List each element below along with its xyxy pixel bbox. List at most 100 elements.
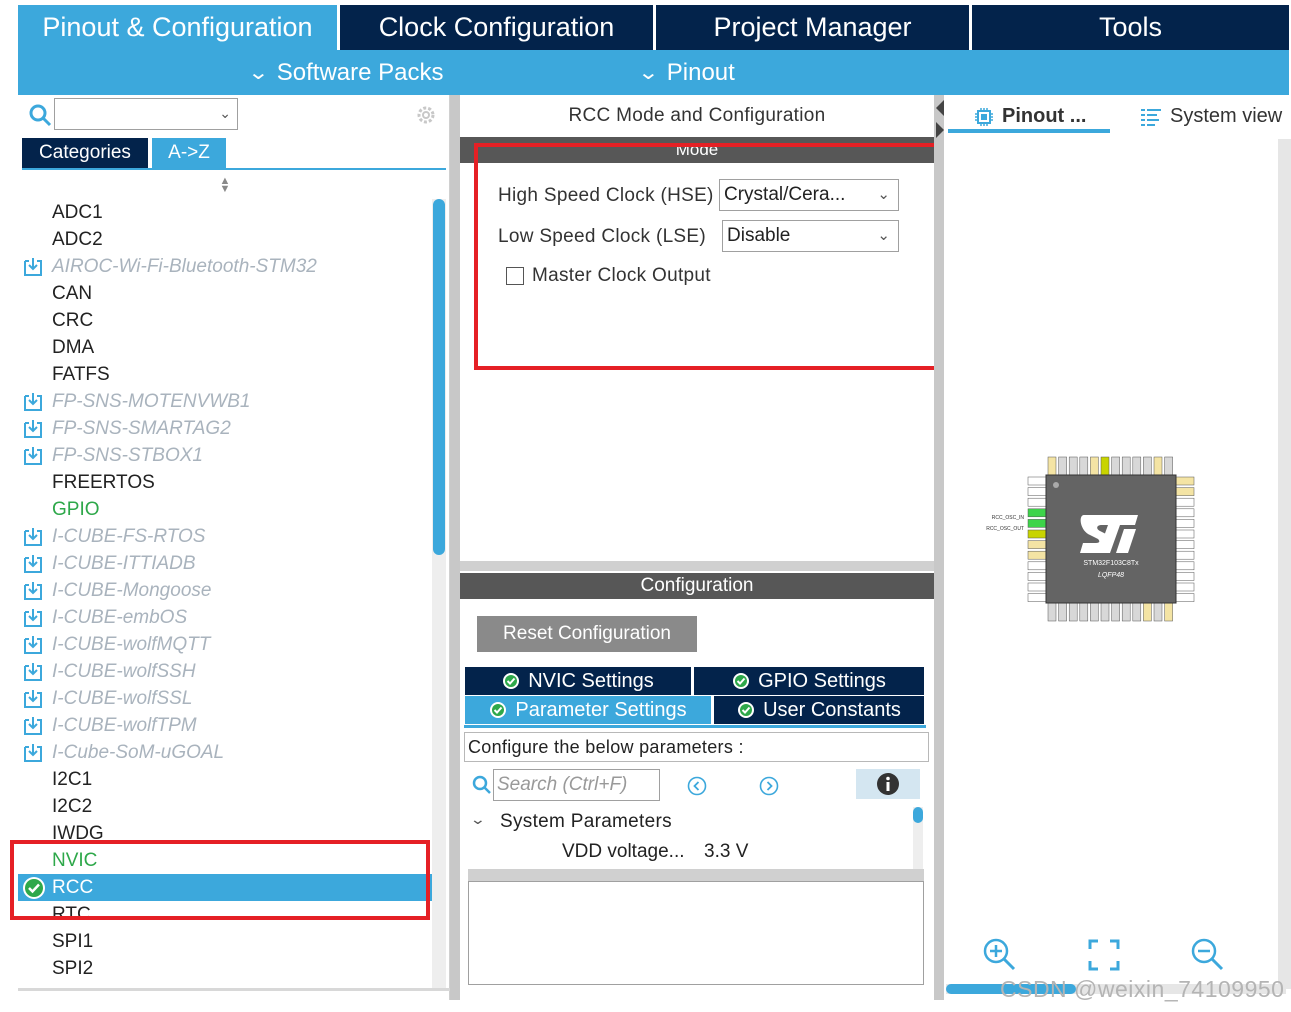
chevron-down-icon[interactable]: ⌄ [219, 105, 231, 122]
category-item-i-cube-ittiadb[interactable]: I-CUBE-ITTIADB [18, 550, 432, 577]
category-item-i-cube-wolfssh[interactable]: I-CUBE-wolfSSH [18, 658, 432, 685]
chip-pin[interactable] [1175, 529, 1195, 539]
chip-pin[interactable] [1090, 602, 1099, 622]
category-item-fp-sns-motenvwb1[interactable]: FP-SNS-MOTENVWB1 [18, 388, 432, 415]
category-item-i-cube-wolftpm[interactable]: I-CUBE-wolfTPM [18, 712, 432, 739]
chip-pin[interactable] [1058, 602, 1067, 622]
chip-pin[interactable] [1027, 487, 1047, 496]
category-item-adc2[interactable]: ADC2 [18, 226, 432, 253]
param-vdd-value[interactable]: 3.3 V [704, 841, 748, 863]
category-item-airoc-wi-fi-bluetooth-stm32[interactable]: AIROC-Wi-Fi-Bluetooth-STM32 [18, 253, 432, 280]
chip-pin[interactable] [1047, 456, 1057, 476]
chip-pin[interactable] [1175, 561, 1195, 571]
chip-pin[interactable] [1143, 456, 1152, 476]
pinout-menu[interactable]: ⌄ Pinout [637, 50, 734, 95]
lse-select[interactable]: Disable ⌄ [722, 220, 899, 252]
panel-splitter[interactable] [450, 95, 460, 1000]
chip-pin[interactable] [1132, 602, 1142, 622]
chip-pin[interactable] [1111, 602, 1120, 622]
chip-pin[interactable] [1027, 540, 1047, 549]
tab-gpio-settings[interactable]: GPIO Settings [694, 667, 924, 695]
chip-pin[interactable] [1175, 582, 1195, 592]
chip-pin[interactable] [1027, 582, 1047, 592]
chip-pin[interactable] [1027, 529, 1047, 539]
category-item-i-cube-wolfssl[interactable]: I-CUBE-wolfSSL [18, 685, 432, 712]
chip-pin[interactable] [1164, 456, 1173, 476]
mco-checkbox[interactable] [506, 267, 524, 285]
next-icon[interactable] [759, 776, 779, 796]
zoom-out-icon[interactable] [1190, 937, 1224, 971]
chip-pin[interactable] [1175, 508, 1195, 518]
param-scrollbar-thumb[interactable] [913, 807, 923, 823]
chip-pin[interactable] [1175, 593, 1195, 602]
tab-parameter-settings[interactable]: Parameter Settings [465, 696, 711, 724]
chip-pin[interactable] [1175, 540, 1195, 549]
zoom-in-icon[interactable] [982, 937, 1016, 971]
chip-pin[interactable] [1175, 497, 1195, 507]
chip-pin[interactable] [1175, 487, 1195, 496]
param-vdd-voltage[interactable]: VDD voltage... [562, 841, 685, 863]
reset-configuration-button[interactable]: Reset Configuration [477, 616, 697, 652]
previous-icon[interactable] [687, 776, 707, 796]
chip-pin[interactable] [1068, 602, 1078, 622]
chip-pin[interactable] [1027, 508, 1047, 518]
chip-pin[interactable] [1047, 602, 1057, 622]
tab-pinout-configuration[interactable]: Pinout & Configuration [18, 5, 340, 50]
category-item-fp-sns-smartag2[interactable]: FP-SNS-SMARTAG2 [18, 415, 432, 442]
software-packs-menu[interactable]: ⌄ Software Packs [247, 50, 443, 95]
chip-pin[interactable] [1027, 519, 1047, 528]
chip-pin[interactable] [1100, 602, 1110, 622]
tab-pinout-view[interactable]: Pinout ... [974, 105, 1086, 128]
chip-pin[interactable] [1079, 602, 1089, 622]
chip-pin[interactable] [1153, 602, 1163, 622]
tab-clock-configuration[interactable]: Clock Configuration [340, 5, 656, 50]
category-item-fp-sns-stbox1[interactable]: FP-SNS-STBOX1 [18, 442, 432, 469]
chip-pin[interactable] [1175, 519, 1195, 528]
tab-system-view[interactable]: System view [1140, 105, 1282, 128]
chip-pin[interactable] [1132, 456, 1142, 476]
chip-pin[interactable] [1121, 602, 1131, 622]
tab-a-to-z[interactable]: A->Z [152, 138, 226, 168]
category-item-spi2[interactable]: SPI2 [18, 955, 432, 982]
category-item-i-cube-fs-rtos[interactable]: I-CUBE-FS-RTOS [18, 523, 432, 550]
chip-pin[interactable] [1068, 456, 1078, 476]
category-item-i2c1[interactable]: I2C1 [18, 766, 432, 793]
tab-categories[interactable]: Categories [22, 138, 148, 168]
gear-icon[interactable] [414, 103, 438, 127]
list-scrollbar-thumb[interactable] [433, 199, 445, 555]
chip-pin[interactable] [1027, 572, 1047, 581]
chip-pin[interactable] [1027, 593, 1047, 602]
category-item-gpio[interactable]: GPIO [18, 496, 432, 523]
chip-pin[interactable] [1027, 550, 1047, 560]
search-icon[interactable] [28, 103, 52, 127]
horizontal-splitter[interactable] [468, 869, 924, 881]
category-item-nvic[interactable]: NVIC [18, 847, 432, 874]
chip-pin[interactable] [1175, 550, 1195, 560]
chip-pin[interactable] [1164, 602, 1173, 622]
chip-pin[interactable] [1121, 456, 1131, 476]
category-item-crc[interactable]: CRC [18, 307, 432, 334]
category-search-input[interactable]: ⌄ [54, 98, 238, 130]
tree-group-system-parameters[interactable]: System Parameters [500, 811, 672, 833]
chip-pin[interactable] [1027, 476, 1047, 486]
chip-pin[interactable] [1153, 456, 1163, 476]
category-item-adc1[interactable]: ADC1 [18, 199, 432, 226]
sort-icon[interactable]: ▲ ▼ [218, 176, 232, 195]
chip-pin[interactable] [1090, 456, 1099, 476]
tab-tools[interactable]: Tools [972, 5, 1289, 50]
category-item-i2c2[interactable]: I2C2 [18, 793, 432, 820]
info-button[interactable] [856, 769, 920, 799]
chevron-down-icon[interactable]: ⌄ [470, 811, 486, 828]
chip-pin[interactable] [1175, 476, 1195, 486]
category-item-i-cube-embos[interactable]: I-CUBE-embOS [18, 604, 432, 631]
category-item-i-cube-mongoose[interactable]: I-CUBE-Mongoose [18, 577, 432, 604]
mcu-chip-diagram[interactable]: STM32F103C8Tx LQFP48 RCC_OSC_IN RCC_OSC_… [982, 455, 1200, 627]
chip-pin[interactable] [1100, 456, 1110, 476]
panel-splitter[interactable] [934, 95, 944, 1000]
parameter-search-input[interactable]: Search (Ctrl+F) [493, 769, 660, 801]
category-item-i-cube-som-ugoal[interactable]: I-Cube-SoM-uGOAL [18, 739, 432, 766]
collapse-arrow-icon[interactable] [936, 100, 944, 140]
tab-user-constants[interactable]: User Constants [714, 696, 924, 724]
chip-pin[interactable] [1027, 561, 1047, 571]
chip-pin[interactable] [1143, 602, 1152, 622]
